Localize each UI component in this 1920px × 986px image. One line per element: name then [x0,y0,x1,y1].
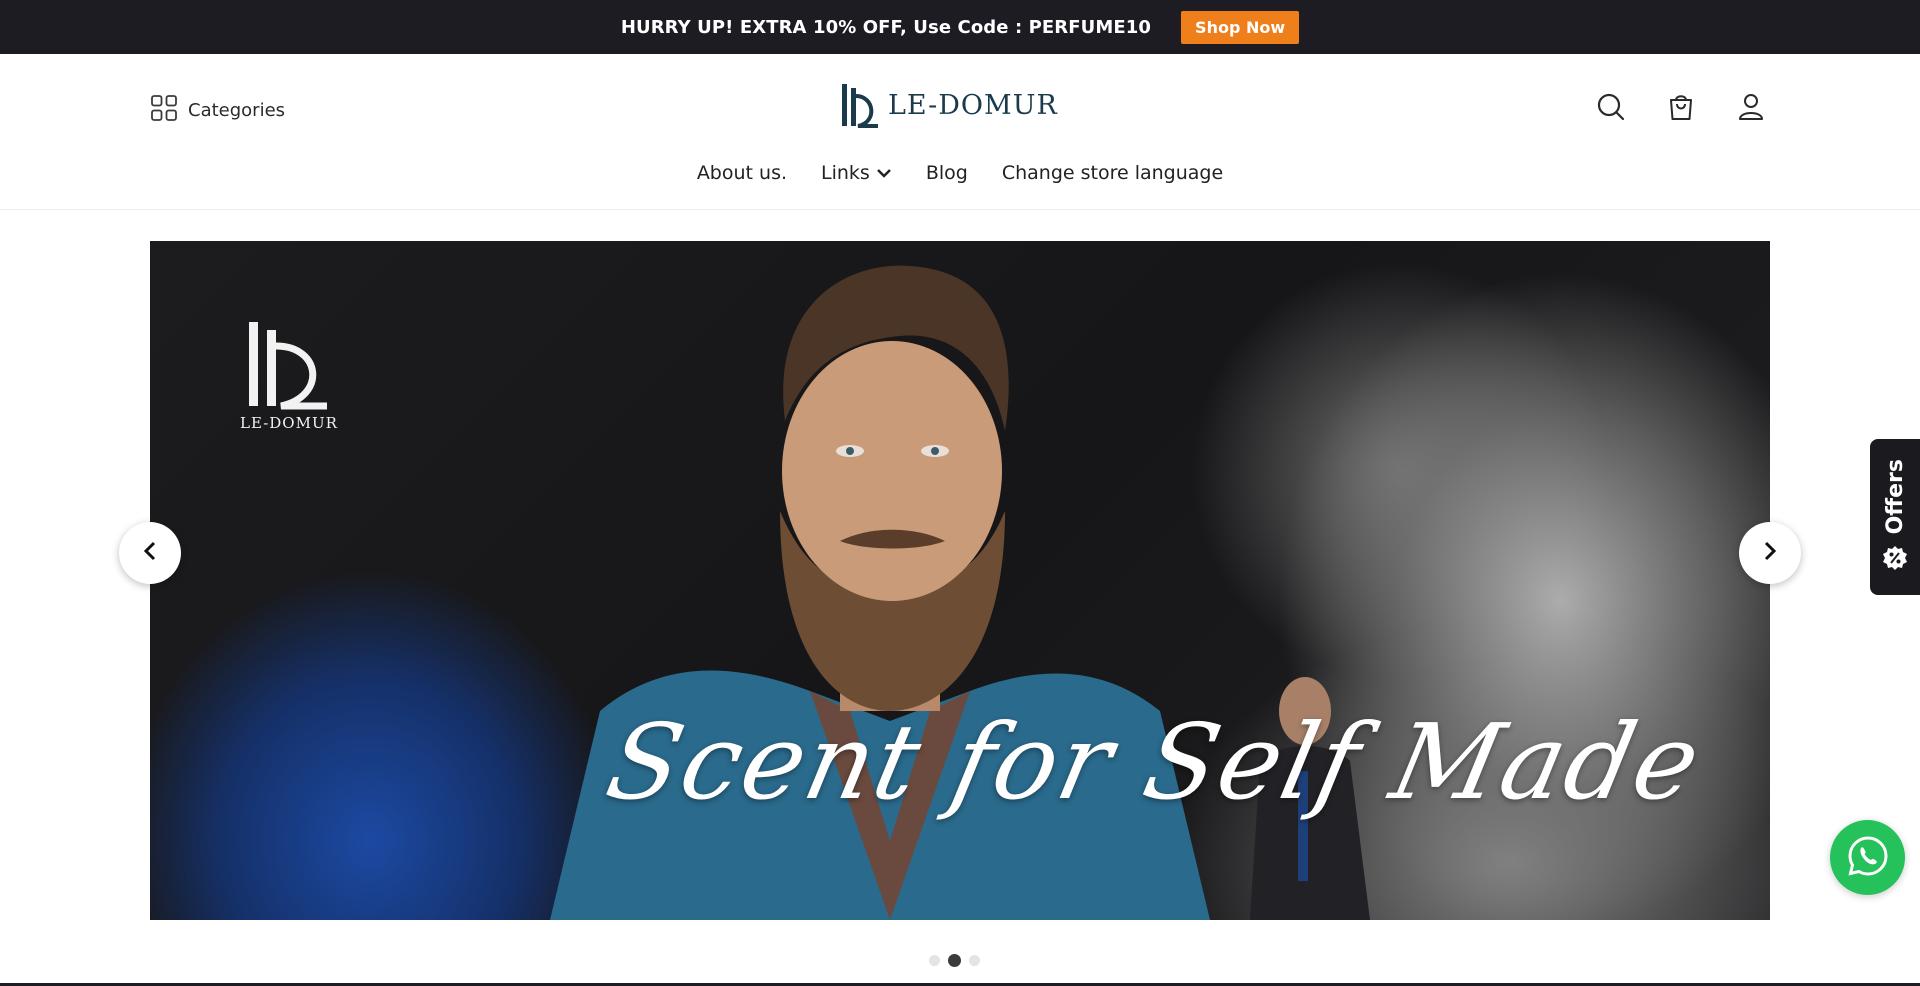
nav-item-links[interactable]: Links [821,162,892,184]
cart-icon[interactable] [1666,92,1696,122]
whatsapp-chat-button[interactable] [1830,820,1905,895]
hero-logo-mark [248,322,327,410]
categories-label: Categories [188,99,286,121]
next-slide-button[interactable] [1739,522,1801,584]
slider-dots [929,954,980,967]
discount-badge-icon [1882,545,1908,575]
chevron-down-icon [876,162,892,184]
chevron-left-icon [142,540,158,566]
site-logo[interactable]: LE-DOMUR [840,82,1058,128]
hero-caption: Scent for Self Made [597,701,1712,823]
header-actions [1596,92,1766,122]
logo-text: LE-DOMUR [888,89,1058,121]
offers-label: Offers [1882,459,1908,535]
hero-logo-text: LE-DOMUR [240,414,338,432]
slider-dot-active[interactable] [948,954,961,967]
nav-item-label: Change store language [1001,162,1224,184]
site-header: Categories LE-DOMUR About us. Links Blog… [0,54,1920,210]
offers-tab[interactable]: Offers [1870,439,1920,595]
shop-now-button[interactable]: Shop Now [1181,10,1300,44]
logo-mark [840,82,880,128]
nav-item-about[interactable]: About us. [697,162,787,184]
nav-item-blog[interactable]: Blog [926,162,968,184]
previous-slide-button[interactable] [119,522,181,584]
nav-item-label: About us. [696,162,788,184]
nav-item-change-language[interactable]: Change store language [1002,162,1223,184]
announcement-bar: HURRY UP! EXTRA 10% OFF, Use Code : PERF… [0,0,1920,54]
chevron-right-icon [1762,540,1778,566]
announcement-text: HURRY UP! EXTRA 10% OFF, Use Code : PERF… [620,16,1152,38]
account-icon[interactable] [1736,92,1766,122]
hero-logo: LE-DOMUR [240,316,338,432]
main-nav: About us. Links Blog Change store langua… [0,162,1920,184]
nav-item-label: Links [821,162,870,184]
nav-item-label: Blog [925,162,968,184]
grid-icon [150,94,178,126]
search-icon[interactable] [1596,92,1626,122]
hero-banner[interactable]: LE-DOMUR Scent for Self Made [150,241,1770,920]
categories-button[interactable]: Categories [150,94,285,126]
slider-dot[interactable] [969,955,980,966]
slider-dot[interactable] [929,955,940,966]
whatsapp-icon [1847,835,1889,881]
